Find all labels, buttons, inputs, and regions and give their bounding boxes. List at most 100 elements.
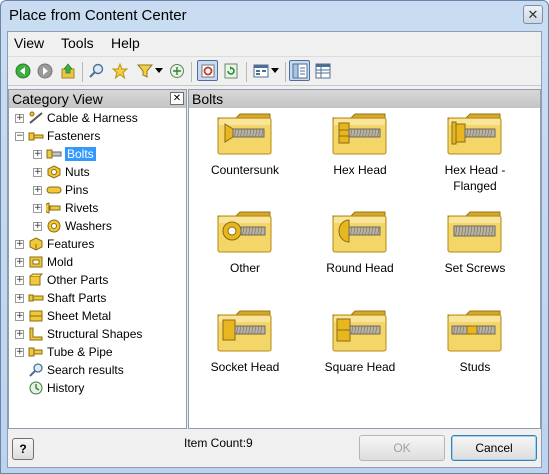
features-icon: [28, 237, 44, 251]
close-button[interactable]: ✕: [523, 5, 543, 24]
expand-icon[interactable]: +: [15, 329, 24, 339]
family-folder-countersunk[interactable]: Countersunk: [195, 112, 295, 202]
tree-item-tube-pipe[interactable]: + Tube & Pipe: [15, 343, 113, 361]
set-screw-folder-icon: [446, 210, 504, 254]
title-bar[interactable]: Place from Content Center ✕: [1, 1, 548, 31]
structural-shapes-icon: [28, 327, 44, 341]
filter-dropdown-icon[interactable]: [154, 62, 164, 80]
expand-icon[interactable]: +: [33, 149, 42, 159]
shaft-parts-icon: [28, 291, 44, 305]
family-label: Other: [229, 261, 260, 275]
expand-icon[interactable]: +: [33, 203, 42, 213]
view-options-icon[interactable]: [252, 62, 270, 80]
family-label: Socket Head: [210, 360, 280, 374]
bolt-icon: [46, 147, 62, 161]
tree-item-bolts[interactable]: + Bolts: [33, 145, 96, 163]
other-parts-icon: [28, 273, 44, 287]
ok-button[interactable]: OK: [359, 435, 445, 461]
tree-item-features[interactable]: + Features: [15, 235, 94, 253]
tree-item-cable-harness[interactable]: + Cable & Harness: [15, 109, 138, 127]
expand-icon[interactable]: +: [15, 275, 24, 285]
tree-item-label: Pins: [65, 183, 89, 197]
tree-item-label: Shaft Parts: [47, 291, 107, 305]
family-folder-set-screws[interactable]: Set Screws: [425, 210, 525, 300]
content-center-window: Place from Content Center ✕ View Tools H…: [0, 0, 549, 474]
tree-item-shaft-parts[interactable]: + Shaft Parts: [15, 289, 106, 307]
tree-item-label: Tube & Pipe: [47, 345, 113, 359]
window-title: Place from Content Center: [9, 7, 187, 24]
expand-icon[interactable]: +: [15, 239, 24, 249]
content-pane-title: Bolts: [192, 91, 224, 107]
table-view-icon[interactable]: [314, 62, 332, 80]
expand-icon[interactable]: +: [15, 311, 24, 321]
filter-icon[interactable]: [136, 62, 154, 80]
collapse-icon[interactable]: −: [15, 131, 24, 141]
family-label: Round Head: [326, 261, 394, 275]
menu-help[interactable]: Help: [111, 35, 140, 51]
tree-item-label: Structural Shapes: [47, 327, 143, 341]
tree-item-fasteners[interactable]: − Fasteners: [15, 127, 100, 145]
expand-icon[interactable]: +: [15, 293, 24, 303]
tree-item-label: Other Parts: [47, 273, 109, 287]
family-label: Set Screws: [444, 261, 506, 275]
autodrop-icon[interactable]: [168, 62, 186, 80]
tree-item-label: Fasteners: [47, 129, 101, 143]
favorites-icon[interactable]: [111, 62, 129, 80]
menu-view[interactable]: View: [14, 35, 44, 51]
tree-item-sheet-metal[interactable]: + Sheet Metal: [15, 307, 111, 325]
tree-item-search-results[interactable]: Search results: [15, 361, 124, 379]
close-category-view-button[interactable]: ✕: [170, 92, 184, 105]
cancel-button[interactable]: Cancel: [451, 435, 537, 461]
expand-icon[interactable]: +: [15, 347, 24, 357]
tree-item-other-parts[interactable]: + Other Parts: [15, 271, 108, 289]
view-dropdown-icon[interactable]: [270, 62, 280, 80]
toolbar: [8, 56, 541, 86]
square-head-bolt-folder-icon: [331, 309, 389, 353]
tree-item-nuts[interactable]: + Nuts: [33, 163, 90, 181]
family-folder-hex-head[interactable]: Hex Head: [310, 112, 410, 202]
family-folder-round-head[interactable]: Round Head: [310, 210, 410, 300]
tree-item-structural-shapes[interactable]: + Structural Shapes: [15, 325, 142, 343]
mold-icon: [28, 255, 44, 269]
category-view-header: Category View ✕: [9, 90, 186, 108]
item-count: Item Count:9: [184, 436, 253, 450]
tree-item-label: Washers: [65, 219, 112, 233]
tree-item-history[interactable]: History: [15, 379, 84, 397]
expand-icon[interactable]: +: [33, 185, 42, 195]
forward-icon[interactable]: [36, 62, 54, 80]
expand-icon[interactable]: +: [33, 167, 42, 177]
menu-tools[interactable]: Tools: [61, 35, 94, 51]
help-icon: ?: [19, 442, 27, 456]
search-icon[interactable]: [87, 62, 105, 80]
tree-item-pins[interactable]: + Pins: [33, 181, 88, 199]
family-folder-socket-head[interactable]: Socket Head: [195, 309, 295, 399]
other-bolt-folder-icon: [216, 210, 274, 254]
expand-icon[interactable]: +: [15, 113, 24, 123]
washer-icon: [46, 219, 62, 233]
family-label: Studs: [459, 360, 491, 374]
close-icon: ✕: [172, 93, 182, 104]
expand-icon[interactable]: +: [15, 257, 24, 267]
tree-item-label: History: [47, 381, 85, 395]
family-folder-square-head[interactable]: Square Head: [310, 309, 410, 399]
update-icon[interactable]: [222, 62, 240, 80]
tree-view-icon[interactable]: [289, 60, 310, 81]
tree-item-label: Features: [47, 237, 95, 251]
up-folder-icon[interactable]: [59, 62, 77, 80]
family-folder-hex-head-flanged[interactable]: Hex Head - Flanged: [425, 112, 525, 202]
tree-item-label: Rivets: [65, 201, 99, 215]
family-label: Square Head: [324, 360, 396, 374]
tree-item-label: Sheet Metal: [47, 309, 112, 323]
tree-item-mold[interactable]: + Mold: [15, 253, 73, 271]
back-icon[interactable]: [14, 62, 32, 80]
help-button[interactable]: ?: [12, 438, 34, 460]
family-folder-studs[interactable]: Studs: [425, 309, 525, 399]
expand-icon[interactable]: +: [33, 221, 42, 231]
tree-item-washers[interactable]: + Washers: [33, 217, 112, 235]
tree-item-rivets[interactable]: + Rivets: [33, 199, 98, 217]
refresh-icon[interactable]: [197, 60, 218, 81]
pin-icon: [46, 183, 62, 197]
family-folder-other[interactable]: Other: [195, 210, 295, 300]
tube-pipe-icon: [28, 345, 44, 359]
